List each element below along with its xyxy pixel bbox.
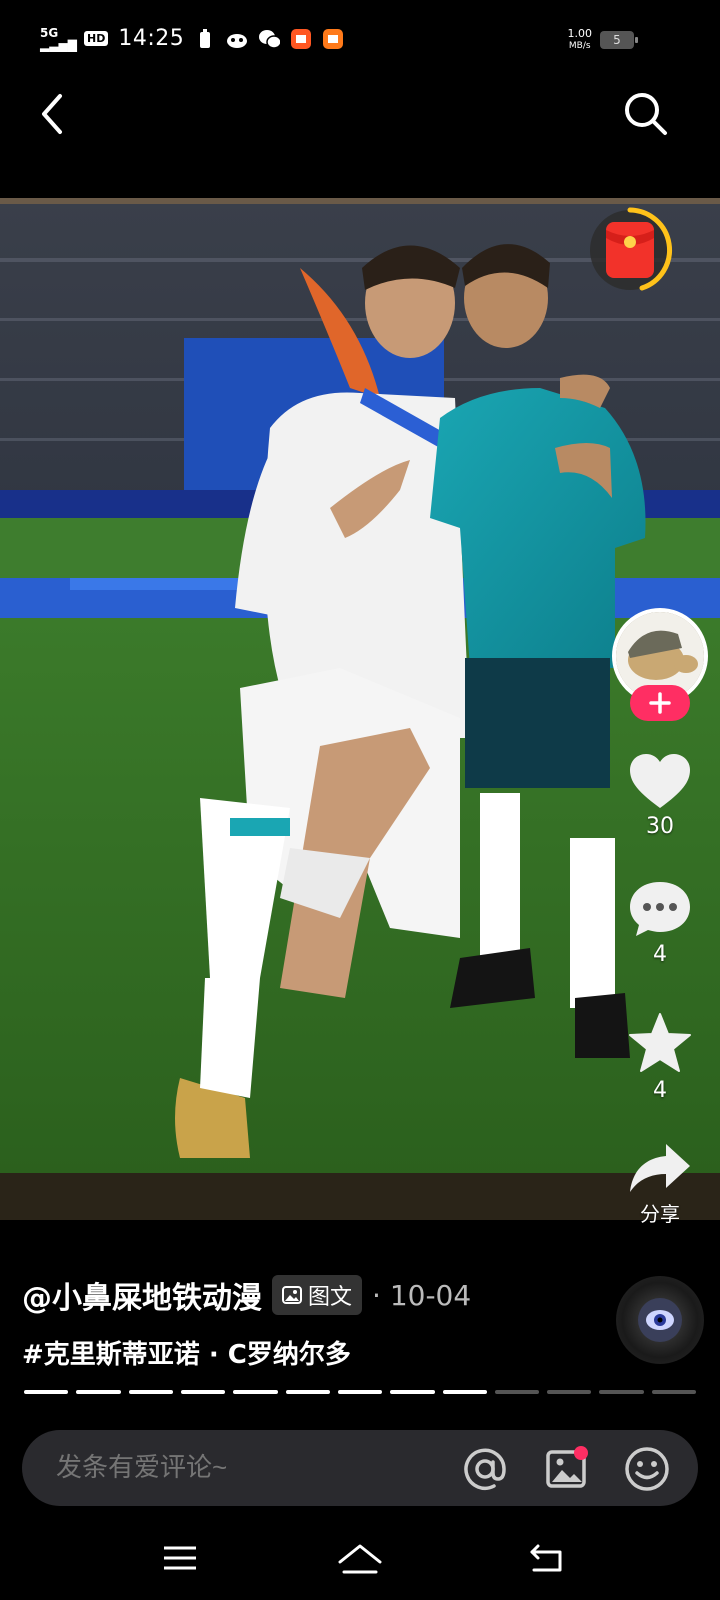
speed-unit: MB/s <box>568 41 591 51</box>
system-navigation-bar <box>0 1530 720 1600</box>
red-packet-icon <box>590 207 673 291</box>
network-speed: 1.00 MB/s <box>568 28 593 52</box>
status-time: 14:25 <box>118 26 185 51</box>
home-button[interactable] <box>336 1540 384 1580</box>
menu-button[interactable] <box>160 1540 208 1580</box>
battery-icon: 5 <box>600 31 638 49</box>
progress-segment <box>337 1390 383 1394</box>
network-indicator: 5G ▂▃▅▇ <box>40 25 77 52</box>
emoji-button[interactable] <box>624 1446 670 1492</box>
search-icon <box>625 93 667 135</box>
shopping-app-icon-2 <box>322 28 344 50</box>
status-bar: 5G ▂▃▅▇ HD 14:25 1.00 MB/s 5 <box>0 0 720 80</box>
progress-segment <box>599 1390 644 1394</box>
share-button[interactable]: 分享 <box>610 1142 710 1227</box>
follow-button[interactable] <box>630 685 690 721</box>
progress-segment <box>24 1390 69 1394</box>
progress-segment <box>76 1390 121 1394</box>
mention-button[interactable] <box>462 1446 508 1492</box>
back-button[interactable] <box>30 90 74 138</box>
network-label: 5G <box>40 25 59 40</box>
comment-count: 4 <box>653 942 667 967</box>
post-type-label: 图文 <box>308 1285 353 1310</box>
post-caption: @小鼻屎地铁动漫 图文 · 10-04 #克里斯蒂亚诺 · C罗纳尔多 <box>22 1270 602 1371</box>
home-icon <box>338 1544 382 1574</box>
progress-segment <box>285 1390 330 1394</box>
like-count: 30 <box>646 814 674 839</box>
chevron-left-icon <box>42 94 62 134</box>
wechat-icon <box>258 28 281 50</box>
author-name[interactable]: @小鼻屎地铁动漫 <box>22 1273 262 1317</box>
at-icon <box>464 1448 506 1490</box>
star-icon <box>629 1013 691 1072</box>
progress-segment <box>651 1390 697 1394</box>
progress-segment <box>547 1390 592 1394</box>
comment-input[interactable] <box>56 1452 416 1483</box>
notification-dot <box>574 1446 588 1460</box>
search-button[interactable] <box>622 90 670 138</box>
music-cover-icon <box>638 1298 682 1342</box>
post-type-badge: 图文 <box>272 1275 363 1315</box>
progress-segment <box>128 1390 173 1394</box>
progress-segment <box>180 1390 226 1394</box>
battery-level: 5 <box>613 33 621 47</box>
comment-bar <box>22 1430 698 1506</box>
plus-icon <box>649 692 671 714</box>
favorite-count: 4 <box>653 1078 667 1103</box>
speed-value: 1.00 <box>567 27 593 40</box>
comment-button[interactable]: 4 <box>610 880 710 967</box>
shopping-app-icon <box>290 28 312 50</box>
image-progress-indicator <box>24 1390 697 1394</box>
progress-segment <box>494 1390 540 1394</box>
share-label: 分享 <box>640 1202 680 1226</box>
progress-segment <box>390 1390 435 1394</box>
return-icon <box>530 1544 562 1572</box>
share-arrow-icon <box>630 1144 690 1192</box>
progress-segment <box>442 1390 487 1394</box>
top-nav <box>0 80 720 200</box>
heart-icon <box>630 754 690 808</box>
hd-badge: HD <box>84 31 109 46</box>
battery-saver-icon <box>194 28 216 50</box>
progress-segment <box>233 1390 278 1394</box>
post-hashtag[interactable]: #克里斯蒂亚诺 · C罗纳尔多 <box>22 1334 602 1371</box>
back-nav-button[interactable] <box>528 1540 576 1580</box>
favorite-button[interactable]: 4 <box>610 1012 710 1103</box>
music-disc[interactable] <box>616 1276 704 1364</box>
image-upload-button[interactable] <box>544 1446 590 1492</box>
menu-icon <box>164 1546 196 1570</box>
comment-bubble-icon <box>630 882 690 936</box>
like-button[interactable]: 30 <box>610 752 710 839</box>
app-notification-icon <box>226 28 248 50</box>
smiley-icon <box>625 1447 669 1491</box>
image-icon <box>282 1286 302 1304</box>
post-date: · 10-04 <box>372 1278 472 1312</box>
red-packet-button[interactable] <box>580 200 680 300</box>
